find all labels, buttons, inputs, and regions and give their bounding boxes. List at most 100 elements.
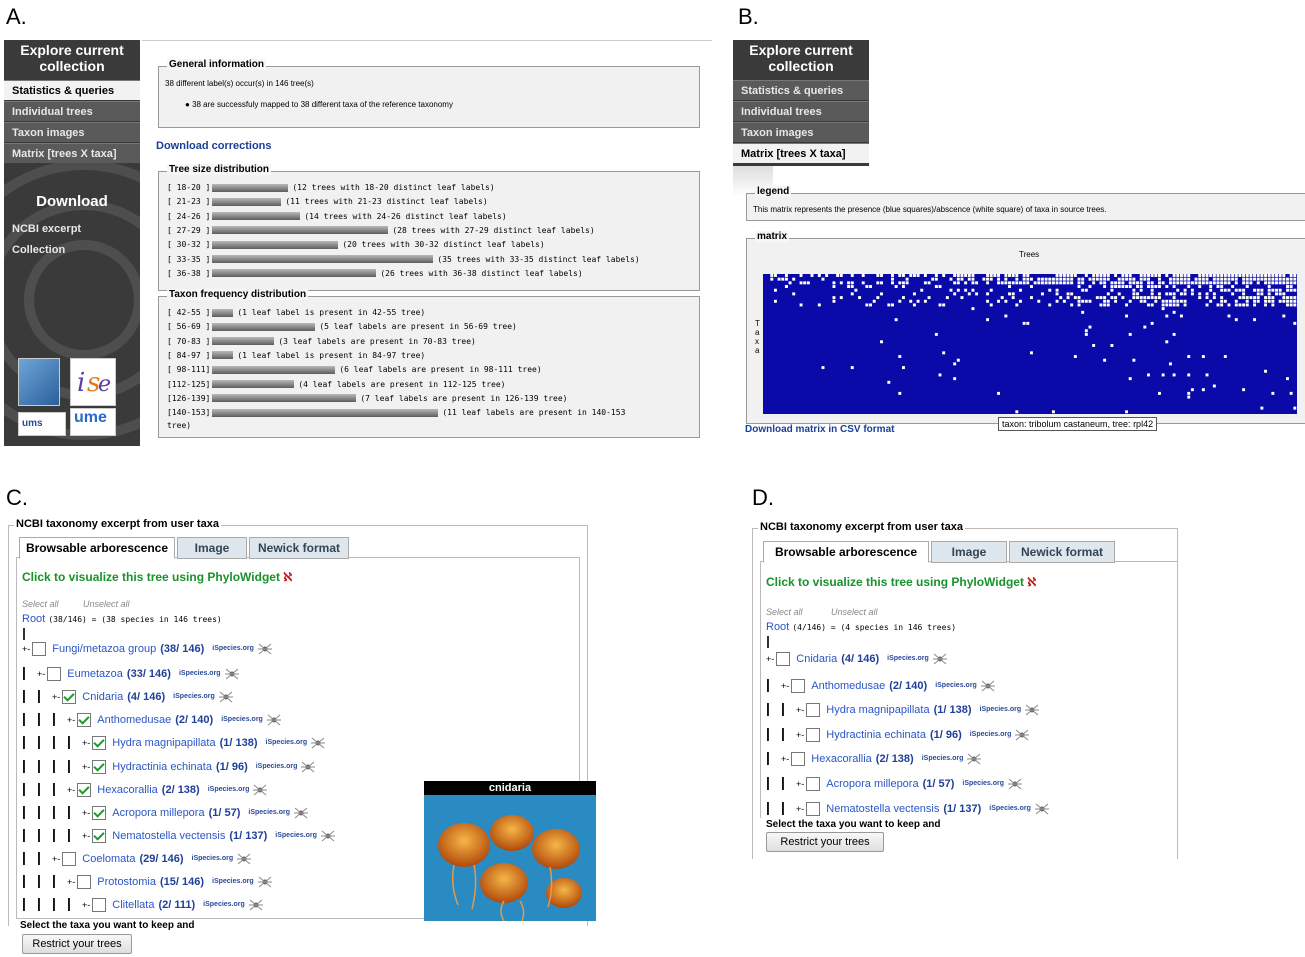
ispecies-link[interactable]: iSpecies.org — [203, 901, 245, 908]
taxon-checkbox[interactable] — [806, 703, 821, 718]
taxon-name[interactable]: Nematostella vectensis — [826, 803, 939, 815]
spider-icon[interactable] — [266, 713, 282, 727]
spider-icon[interactable] — [293, 806, 309, 820]
taxon-name[interactable]: Eumetazoa — [67, 668, 123, 680]
unselect-all-c[interactable]: Unselect all — [83, 599, 130, 609]
spider-icon[interactable] — [966, 752, 982, 766]
taxon-name[interactable]: Fungi/metazoa group — [52, 643, 156, 655]
taxon-checkbox[interactable] — [92, 759, 107, 774]
spider-icon[interactable] — [218, 690, 234, 704]
taxon-name[interactable]: Hydra magnipapillata — [112, 737, 215, 749]
tab-browsable-c[interactable]: Browsable arborescence — [19, 537, 175, 559]
sidebar-b-item-individual-trees[interactable]: Individual trees — [733, 101, 869, 121]
presence-matrix[interactable] — [763, 274, 1297, 414]
taxon-checkbox[interactable] — [806, 777, 821, 792]
sidebar-item-matrix[interactable]: Matrix [trees X taxa] — [4, 143, 140, 163]
spider-icon[interactable] — [257, 642, 273, 656]
sidebar-item-taxon-images[interactable]: Taxon images — [4, 122, 140, 142]
tab-newick-c[interactable]: Newick format — [249, 537, 349, 559]
spider-icon[interactable] — [1034, 802, 1050, 816]
taxon-name[interactable]: Cnidaria — [82, 691, 123, 703]
tab-image-c[interactable]: Image — [177, 537, 247, 559]
sidebar-item-individual-trees[interactable]: Individual trees — [4, 101, 140, 121]
taxon-checkbox[interactable] — [791, 752, 806, 767]
unselect-all-d[interactable]: Unselect all — [831, 607, 878, 617]
ispecies-link[interactable]: iSpecies.org — [179, 670, 221, 677]
restrict-trees-button-c[interactable]: Restrict your trees — [22, 934, 132, 954]
taxon-name[interactable]: Clitellata — [112, 899, 154, 911]
tab-newick-d[interactable]: Newick format — [1009, 541, 1115, 563]
visualize-link-c[interactable]: Click to visualize this tree using Phylo… — [22, 570, 292, 584]
spider-icon[interactable] — [932, 652, 948, 666]
taxon-name[interactable]: Hydra magnipapillata — [826, 704, 929, 716]
select-all-d[interactable]: Select all — [766, 607, 803, 617]
sidebar-b-item-matrix[interactable]: Matrix [trees X taxa] — [733, 143, 869, 163]
sidebar-b-item-taxon-images[interactable]: Taxon images — [733, 122, 869, 142]
taxon-name[interactable]: Protostomia — [97, 876, 156, 888]
root-link-d[interactable]: Root — [766, 621, 789, 633]
taxon-checkbox[interactable] — [62, 690, 77, 705]
taxon-checkbox[interactable] — [92, 898, 107, 913]
taxon-checkbox[interactable] — [791, 678, 806, 693]
taxon-checkbox[interactable] — [92, 828, 107, 843]
spider-icon[interactable] — [224, 667, 240, 681]
taxon-name[interactable]: Hydractinia echinata — [826, 729, 926, 741]
taxon-name[interactable]: Hydractinia echinata — [112, 761, 212, 773]
taxon-checkbox[interactable] — [47, 667, 62, 682]
sidebar-b-item-statistics[interactable]: Statistics & queries — [733, 80, 869, 100]
ispecies-link[interactable]: iSpecies.org — [980, 706, 1022, 713]
ispecies-link[interactable]: iSpecies.org — [221, 716, 263, 723]
spider-icon[interactable] — [310, 736, 326, 750]
taxon-checkbox[interactable] — [77, 782, 92, 797]
ispecies-link[interactable]: iSpecies.org — [256, 763, 298, 770]
sidebar-item-ncbi-excerpt[interactable]: NCBI excerpt — [4, 219, 140, 239]
select-all-c[interactable]: Select all — [22, 599, 59, 609]
taxon-name[interactable]: Coelomata — [82, 853, 135, 865]
spider-icon[interactable] — [1014, 728, 1030, 742]
taxon-name[interactable]: Acropora millepora — [826, 778, 918, 790]
taxon-checkbox[interactable] — [77, 875, 92, 890]
sidebar-item-collection[interactable]: Collection — [4, 240, 140, 260]
spider-icon[interactable] — [252, 783, 268, 797]
ispecies-link[interactable]: iSpecies.org — [266, 739, 308, 746]
spider-icon[interactable] — [1024, 703, 1040, 717]
taxon-checkbox[interactable] — [776, 652, 791, 667]
ispecies-link[interactable]: iSpecies.org — [212, 645, 254, 652]
restrict-trees-button-d[interactable]: Restrict your trees — [766, 832, 884, 852]
spider-icon[interactable] — [257, 875, 273, 889]
ispecies-link[interactable]: iSpecies.org — [212, 878, 254, 885]
spider-icon[interactable] — [248, 898, 264, 912]
spider-icon[interactable] — [300, 760, 316, 774]
taxon-checkbox[interactable] — [806, 801, 821, 816]
taxon-name[interactable]: Anthomedusae — [97, 714, 171, 726]
taxon-name[interactable]: Acropora millepora — [112, 807, 204, 819]
spider-icon[interactable] — [980, 679, 996, 693]
download-matrix-link[interactable]: Download matrix in CSV format — [745, 424, 894, 435]
taxon-checkbox[interactable] — [92, 805, 107, 820]
ispecies-link[interactable]: iSpecies.org — [275, 832, 317, 839]
ispecies-link[interactable]: iSpecies.org — [248, 809, 290, 816]
tab-image-d[interactable]: Image — [931, 541, 1007, 563]
ispecies-link[interactable]: iSpecies.org — [970, 731, 1012, 738]
ispecies-link[interactable]: iSpecies.org — [989, 805, 1031, 812]
taxon-name[interactable]: Anthomedusae — [811, 680, 885, 692]
ispecies-link[interactable]: iSpecies.org — [962, 780, 1004, 787]
taxon-checkbox[interactable] — [62, 851, 77, 866]
ispecies-link[interactable]: iSpecies.org — [208, 786, 250, 793]
spider-icon[interactable] — [320, 829, 336, 843]
taxon-checkbox[interactable] — [92, 736, 107, 751]
taxon-name[interactable]: Hexacorallia — [97, 784, 158, 796]
visualize-link-d[interactable]: Click to visualize this tree using Phylo… — [766, 575, 1036, 589]
ispecies-link[interactable]: iSpecies.org — [887, 655, 929, 662]
taxon-checkbox[interactable] — [77, 713, 92, 728]
taxon-name[interactable]: Cnidaria — [796, 653, 837, 665]
ispecies-link[interactable]: iSpecies.org — [173, 693, 215, 700]
spider-icon[interactable] — [1007, 777, 1023, 791]
taxon-name[interactable]: Hexacorallia — [811, 753, 872, 765]
root-link-c[interactable]: Root — [22, 613, 45, 625]
ispecies-link[interactable]: iSpecies.org — [192, 855, 234, 862]
taxon-name[interactable]: Nematostella vectensis — [112, 830, 225, 842]
taxon-checkbox[interactable] — [806, 727, 821, 742]
sidebar-item-statistics[interactable]: Statistics & queries — [4, 80, 140, 100]
download-corrections-link[interactable]: Download corrections — [156, 140, 272, 152]
